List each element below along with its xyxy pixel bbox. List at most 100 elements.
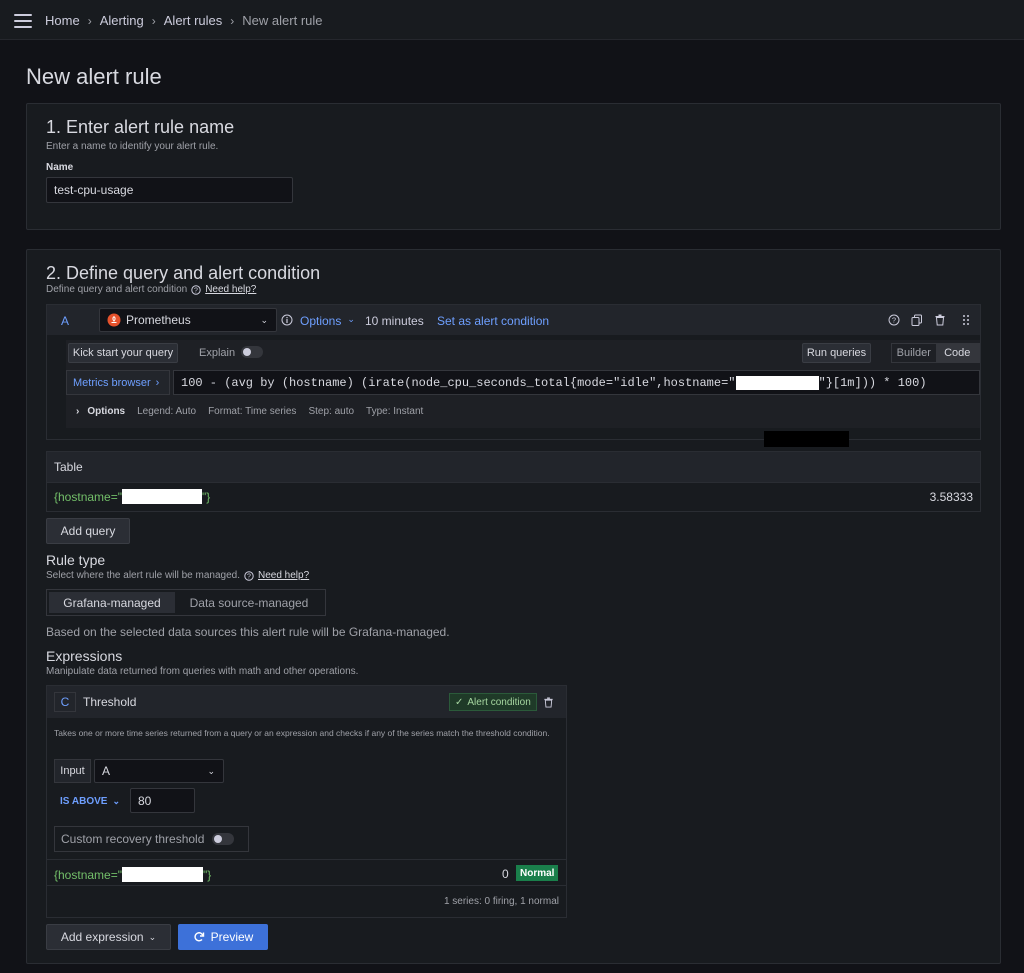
query-options-toggle[interactable]: Options ⌄ bbox=[300, 314, 355, 328]
section2-description-row: Define query and alert condition ? Need … bbox=[46, 284, 256, 295]
custom-recovery-toggle[interactable] bbox=[212, 833, 235, 845]
chevron-down-icon: ⌄ bbox=[260, 314, 268, 325]
chevron-right-icon: › bbox=[230, 13, 235, 28]
legend-option: Legend: Auto bbox=[137, 406, 197, 417]
duplicate-icon[interactable] bbox=[911, 314, 923, 326]
query-expression-part2: "}[1m])) * 100) bbox=[818, 375, 927, 390]
grafana-managed-option[interactable]: Grafana-managed bbox=[49, 592, 175, 613]
run-queries-button[interactable]: Run queries bbox=[802, 343, 871, 363]
section1-title: 1. Enter alert rule name bbox=[46, 117, 235, 137]
query-time-range: 10 minutes bbox=[365, 314, 424, 328]
chevron-down-icon: ⌄ bbox=[207, 765, 215, 776]
chevron-right-icon: › bbox=[87, 13, 92, 28]
chevron-down-icon: ⌄ bbox=[148, 931, 157, 942]
step-option: Step: auto bbox=[308, 406, 355, 417]
threshold-value-input[interactable]: 80 bbox=[130, 788, 195, 813]
breadcrumb-alert-rules[interactable]: Alert rules bbox=[164, 13, 223, 28]
redacted-block bbox=[764, 431, 849, 447]
breadcrumb-alerting[interactable]: Alerting bbox=[100, 13, 144, 28]
table-row-label-suffix: "} bbox=[201, 489, 211, 504]
menu-icon[interactable] bbox=[14, 14, 32, 28]
chevron-right-icon: › bbox=[76, 406, 80, 417]
series-summary: 1 series: 0 firing, 1 normal bbox=[443, 896, 559, 907]
rule-name-input[interactable]: test-cpu-usage bbox=[46, 177, 293, 203]
redacted-hostname bbox=[121, 489, 202, 504]
expressions-description: Manipulate data returned from queries wi… bbox=[46, 666, 359, 677]
kick-start-button[interactable]: Kick start your query bbox=[68, 343, 178, 363]
explain-toggle[interactable] bbox=[241, 346, 263, 358]
datasource-managed-option[interactable]: Data source-managed bbox=[175, 592, 323, 613]
add-expression-button[interactable]: Add expression ⌄ bbox=[46, 924, 171, 950]
type-option: Type: Instant bbox=[366, 406, 424, 417]
breadcrumb-home[interactable]: Home bbox=[45, 13, 80, 28]
trash-icon[interactable] bbox=[543, 697, 554, 708]
info-icon bbox=[281, 314, 293, 326]
help-icon[interactable]: ? bbox=[888, 314, 900, 326]
rule-type-title: Rule type bbox=[46, 552, 106, 568]
explain-label: Explain bbox=[199, 347, 236, 359]
table-row-label-prefix: {hostname=" bbox=[54, 489, 122, 504]
need-help-link[interactable]: Need help? bbox=[205, 284, 256, 295]
table-title: Table bbox=[54, 460, 83, 474]
section1-description: Enter a name to identify your alert rule… bbox=[46, 141, 219, 152]
preview-label: Preview bbox=[210, 930, 254, 944]
chevron-down-icon: ⌄ bbox=[112, 795, 120, 806]
add-query-button[interactable]: Add query bbox=[46, 518, 130, 544]
rule-type-help-link[interactable]: Need help? bbox=[258, 570, 309, 581]
help-icon: ? bbox=[191, 284, 201, 295]
divider bbox=[47, 885, 566, 886]
metrics-browser-label: Metrics browser bbox=[73, 376, 151, 389]
add-expression-label: Add expression bbox=[60, 930, 144, 944]
breadcrumb-current: New alert rule bbox=[242, 13, 323, 28]
breadcrumb: Home › Alerting › Alert rules › New aler… bbox=[45, 13, 323, 28]
preview-button[interactable]: Preview bbox=[178, 924, 268, 950]
datasource-picker[interactable]: Prometheus ⌄ bbox=[99, 308, 277, 332]
code-mode-tab[interactable]: Code bbox=[935, 344, 979, 362]
threshold-description: Takes one or more time series returned f… bbox=[54, 728, 550, 738]
chevron-down-icon: ⌄ bbox=[347, 314, 355, 324]
table-row-value: 3.58333 bbox=[929, 490, 973, 504]
page-title: New alert rule bbox=[26, 64, 162, 89]
input-select[interactable]: A ⌄ bbox=[94, 759, 224, 783]
svg-text:?: ? bbox=[247, 573, 251, 580]
builder-mode-tab[interactable]: Builder bbox=[892, 344, 936, 362]
operator-value: IS ABOVE bbox=[60, 795, 108, 807]
format-option: Format: Time series bbox=[208, 406, 297, 417]
custom-recovery-row: Custom recovery threshold bbox=[54, 826, 249, 852]
svg-text:?: ? bbox=[194, 287, 198, 294]
input-label: Input bbox=[54, 759, 91, 783]
refresh-icon bbox=[194, 932, 204, 942]
query-expression-part1: 100 - (avg by (hostname) (irate(node_cpu… bbox=[181, 375, 736, 390]
metrics-browser-button[interactable]: Metrics browser › bbox=[66, 370, 170, 395]
expression-name: Threshold bbox=[83, 695, 137, 709]
rule-type-note: Based on the selected data sources this … bbox=[46, 625, 450, 639]
query-ref-id[interactable]: A bbox=[61, 314, 69, 328]
alert-condition-badge[interactable]: ✓ Alert condition bbox=[449, 693, 537, 711]
input-select-value: A bbox=[102, 764, 111, 778]
query-options-label: Options bbox=[87, 406, 126, 417]
alert-condition-label: Alert condition bbox=[467, 696, 531, 708]
section2-title: 2. Define query and alert condition bbox=[46, 263, 321, 283]
name-label: Name bbox=[46, 162, 74, 173]
help-icon: ? bbox=[244, 570, 254, 581]
table-row: {hostname=" "} bbox=[54, 489, 210, 504]
query-code-editor[interactable]: 100 - (avg by (hostname) (irate(node_cpu… bbox=[173, 370, 980, 395]
operator-select[interactable]: IS ABOVE ⌄ bbox=[54, 789, 126, 813]
expressions-title: Expressions bbox=[46, 648, 123, 664]
expression-result-row: {hostname=" "} bbox=[54, 867, 211, 882]
expression-ref-id[interactable]: C bbox=[54, 692, 76, 712]
check-icon: ✓ bbox=[455, 696, 464, 708]
redacted-hostname bbox=[121, 867, 203, 882]
options-label: Options bbox=[300, 314, 342, 328]
status-badge: Normal bbox=[516, 865, 559, 881]
query-options-row[interactable]: › Options Legend: Auto Format: Time seri… bbox=[76, 406, 423, 417]
rule-type-description: Select where the alert rule will be mana… bbox=[46, 570, 240, 581]
trash-icon[interactable] bbox=[934, 314, 946, 326]
chevron-right-icon: › bbox=[155, 376, 160, 389]
svg-text:?: ? bbox=[892, 316, 896, 325]
prometheus-logo-icon bbox=[107, 313, 121, 327]
set-alert-condition-button[interactable]: Set as alert condition bbox=[437, 314, 549, 328]
table-header bbox=[47, 452, 980, 483]
result-value: 0 bbox=[502, 867, 509, 881]
drag-icon[interactable] bbox=[961, 314, 971, 326]
